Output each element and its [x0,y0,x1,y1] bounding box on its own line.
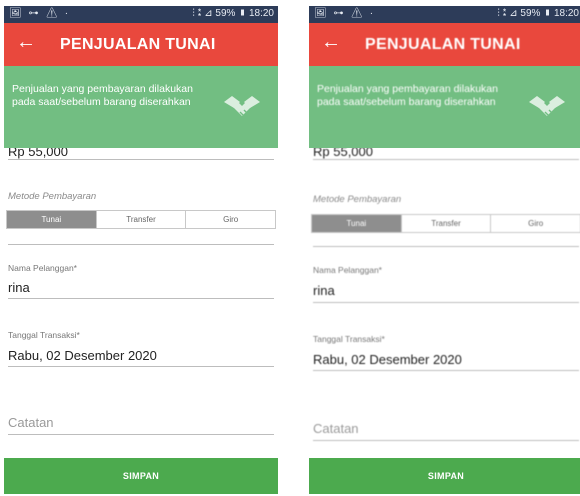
customer-name-input[interactable]: rina [8,280,30,295]
payment-option-tunai[interactable]: Tunai [312,215,401,232]
status-notification-icons: 🖼 ⊶ ⚠ · [9,8,71,19]
back-arrow-icon[interactable]: ← [321,32,341,52]
transaction-date-underline [8,366,274,367]
payment-method-label: Metode Pembayaran [313,194,402,205]
payment-underline [313,246,579,247]
page-title: PENJUALAN TUNAI [365,36,521,53]
status-bar: 🖼 ⊶ ⚠ · ⫶ ⁑ ⊿ 59% ▮ 18:20 [4,6,278,23]
payment-underline [8,244,274,245]
payment-option-tunai[interactable]: Tunai [7,211,96,228]
notes-input[interactable]: Catatan [313,421,359,436]
transaction-date-input[interactable]: Rabu, 02 Desember 2020 [313,352,462,367]
page-title: PENJUALAN TUNAI [60,36,216,53]
payment-option-transfer[interactable]: Transfer [95,211,186,228]
payment-option-giro[interactable]: Giro [490,215,580,232]
info-banner: Penjualan yang pembayaran dilakukan pada… [4,66,278,148]
back-arrow-icon[interactable]: ← [16,32,36,52]
transaction-date-label: Tanggal Transaksi* [313,334,385,344]
notes-input[interactable]: Catatan [8,415,54,430]
status-bar: 🖼 ⊶ ⚠ · ⫶ ⁑ ⊿ 59% ▮ 18:20 [309,6,580,23]
handshake-icon [224,96,260,119]
save-button[interactable]: SIMPAN [4,458,278,494]
payment-method-selector: Tunai Transfer Giro [6,210,276,229]
banner-text: Penjualan yang pembayaran dilakukan pada… [317,83,498,108]
transaction-date-label: Tanggal Transaksi* [8,330,80,340]
status-system-info: ⫶ ⁑ ⊿ 59% ▮ 18:20 [192,8,274,19]
payment-method-label: Metode Pembayaran [8,191,97,202]
customer-name-label: Nama Pelanggan* [8,263,77,273]
amount-underline [8,159,274,160]
payment-option-transfer[interactable]: Transfer [400,215,491,232]
status-notification-icons: 🖼 ⊶ ⚠ · [314,8,376,19]
amount-underline [313,159,579,160]
customer-name-input[interactable]: rina [313,283,335,298]
customer-name-underline [8,298,274,299]
phone-screen-left: 🖼 ⊶ ⚠ · ⫶ ⁑ ⊿ 59% ▮ 18:20 ← PENJUALAN TU… [4,6,278,494]
transaction-date-input[interactable]: Rabu, 02 Desember 2020 [8,348,157,363]
customer-name-label: Nama Pelanggan* [313,265,382,275]
notes-underline [313,440,579,441]
customer-name-underline [313,302,579,303]
save-button[interactable]: SIMPAN [309,458,580,494]
banner-text: Penjualan yang pembayaran dilakukan pada… [12,83,193,108]
notes-underline [8,434,274,435]
payment-method-selector: Tunai Transfer Giro [311,214,580,233]
phone-screen-right: 🖼 ⊶ ⚠ · ⫶ ⁑ ⊿ 59% ▮ 18:20 ← PENJUALAN TU… [309,6,580,494]
app-bar: ← PENJUALAN TUNAI [4,23,278,66]
transaction-date-underline [313,370,579,371]
payment-option-giro[interactable]: Giro [185,211,275,228]
handshake-icon [529,96,565,119]
info-banner: Penjualan yang pembayaran dilakukan pada… [309,66,580,148]
app-bar: ← PENJUALAN TUNAI [309,23,580,66]
status-system-info: ⫶ ⁑ ⊿ 59% ▮ 18:20 [497,8,579,19]
